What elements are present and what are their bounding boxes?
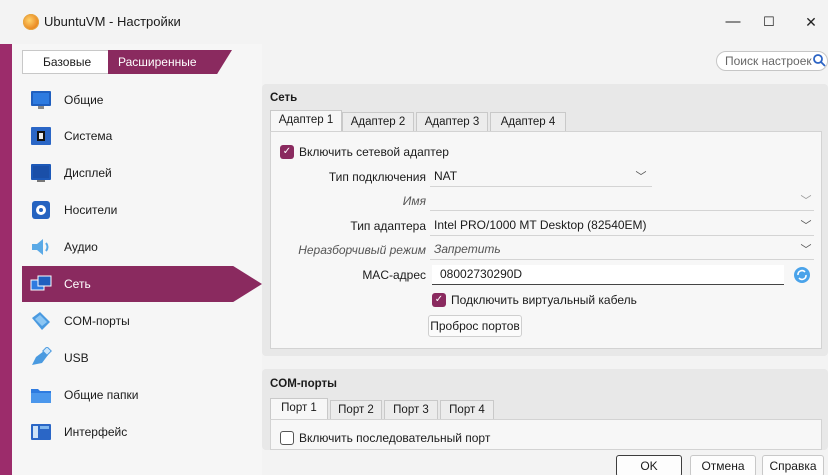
sidebar-item-label: Дисплей [64, 166, 112, 180]
accent-strip [0, 44, 12, 475]
sidebar-item-general[interactable]: Общие [22, 82, 262, 118]
sidebar-item-label: USB [64, 351, 89, 365]
sidebar-item-audio[interactable]: Аудио [22, 229, 262, 265]
tab-port-1[interactable]: Порт 1 [270, 398, 328, 420]
folder-icon [31, 389, 51, 403]
adapter-type-select[interactable]: Intel PRO/1000 MT Desktop (82540EM) [430, 216, 814, 236]
chip-icon [31, 127, 51, 145]
close-button[interactable]: ✕ [796, 10, 826, 34]
minimize-button[interactable]: — [718, 10, 748, 34]
tab-adapter-4[interactable]: Адаптер 4 [490, 112, 566, 132]
sidebar-item-system[interactable]: Система [22, 118, 262, 154]
disk-icon [32, 201, 50, 219]
enable-adapter-label: Включить сетевой адаптер [299, 145, 449, 159]
chevron-down-icon: ﹀ [800, 195, 812, 207]
refresh-icon[interactable] [793, 266, 811, 284]
sidebar-item-label: COM-порты [64, 314, 130, 328]
adapter-type-label: Тип адаптера [350, 219, 426, 233]
help-button[interactable]: Справка [762, 455, 824, 475]
attached-to-label: Тип подключения [328, 170, 426, 184]
sidebar-item-com-ports[interactable]: COM-порты [22, 303, 262, 339]
tab-adapter-3[interactable]: Адаптер 3 [416, 112, 488, 132]
sidebar-item-label: Интерфейс [64, 425, 128, 439]
sidebar-item-display[interactable]: Дисплей [22, 155, 262, 191]
chevron-down-icon: ﹀ [800, 244, 812, 256]
sidebar-item-network[interactable]: Сеть [22, 266, 262, 302]
sidebar-item-storage[interactable]: Носители [22, 192, 262, 228]
mode-basic-button[interactable]: Базовые [22, 50, 110, 74]
sidebar-item-label: Общие [64, 93, 104, 107]
maximize-button[interactable]: ☐ [754, 10, 784, 34]
mac-address-label: MAC-адрес [362, 268, 426, 282]
promiscuous-mode-label: Неразборчивый режим [298, 243, 426, 257]
cable-connected-checkbox[interactable]: ✓ [432, 293, 446, 307]
enable-serial-port-label: Включить последовательный порт [299, 431, 491, 445]
search-icon[interactable] [812, 53, 826, 67]
enable-adapter-checkbox[interactable]: ✓ [280, 145, 294, 159]
name-label: Имя [402, 194, 426, 208]
sidebar-item-label: Система [64, 129, 113, 143]
enable-serial-port-checkbox[interactable] [280, 431, 294, 445]
tab-port-3[interactable]: Порт 3 [384, 400, 438, 420]
network-icon [30, 275, 52, 291]
sidebar-item-interface[interactable]: Интерфейс [22, 414, 262, 450]
sidebar-item-label: Носители [64, 203, 118, 217]
network-group-title: Сеть [270, 92, 298, 104]
monitor-icon [31, 91, 51, 109]
cable-connected-label: Подключить виртуальный кабель [451, 293, 637, 307]
speaker-icon [32, 239, 49, 255]
tab-port-2[interactable]: Порт 2 [330, 400, 382, 420]
attached-to-select[interactable]: NAT [430, 167, 652, 187]
sidebar-item-label: Сеть [64, 277, 91, 291]
sidebar-item-label: Общие папки [64, 388, 139, 402]
tab-port-4[interactable]: Порт 4 [440, 400, 494, 420]
sidebar-item-shared-folders[interactable]: Общие папки [22, 377, 262, 413]
com-ports-group-title: COM-порты [270, 378, 337, 390]
interface-icon [31, 424, 51, 440]
port-forwarding-button[interactable]: Проброс портов [428, 315, 522, 337]
usb-icon [32, 347, 52, 365]
sidebar-item-usb[interactable]: USB [22, 340, 262, 376]
ok-button[interactable]: OK [616, 455, 682, 475]
mac-address-input[interactable]: 08002730290D [432, 265, 784, 285]
promiscuous-mode-select[interactable]: Запретить [430, 240, 814, 260]
chevron-down-icon: ﹀ [800, 220, 812, 232]
name-select [430, 191, 814, 211]
chevron-down-icon: ﹀ [635, 171, 647, 183]
display-icon [31, 164, 51, 182]
cancel-button[interactable]: Отмена [690, 455, 756, 475]
window-title: UbuntuVM - Настройки [44, 14, 181, 29]
sidebar-item-label: Аудио [64, 240, 98, 254]
tab-adapter-2[interactable]: Адаптер 2 [342, 112, 414, 132]
tab-adapter-1[interactable]: Адаптер 1 [270, 110, 342, 132]
serial-port-icon [32, 312, 50, 330]
virtualbox-app-icon [23, 14, 39, 30]
mode-advanced-button[interactable]: Расширенные [108, 50, 232, 74]
